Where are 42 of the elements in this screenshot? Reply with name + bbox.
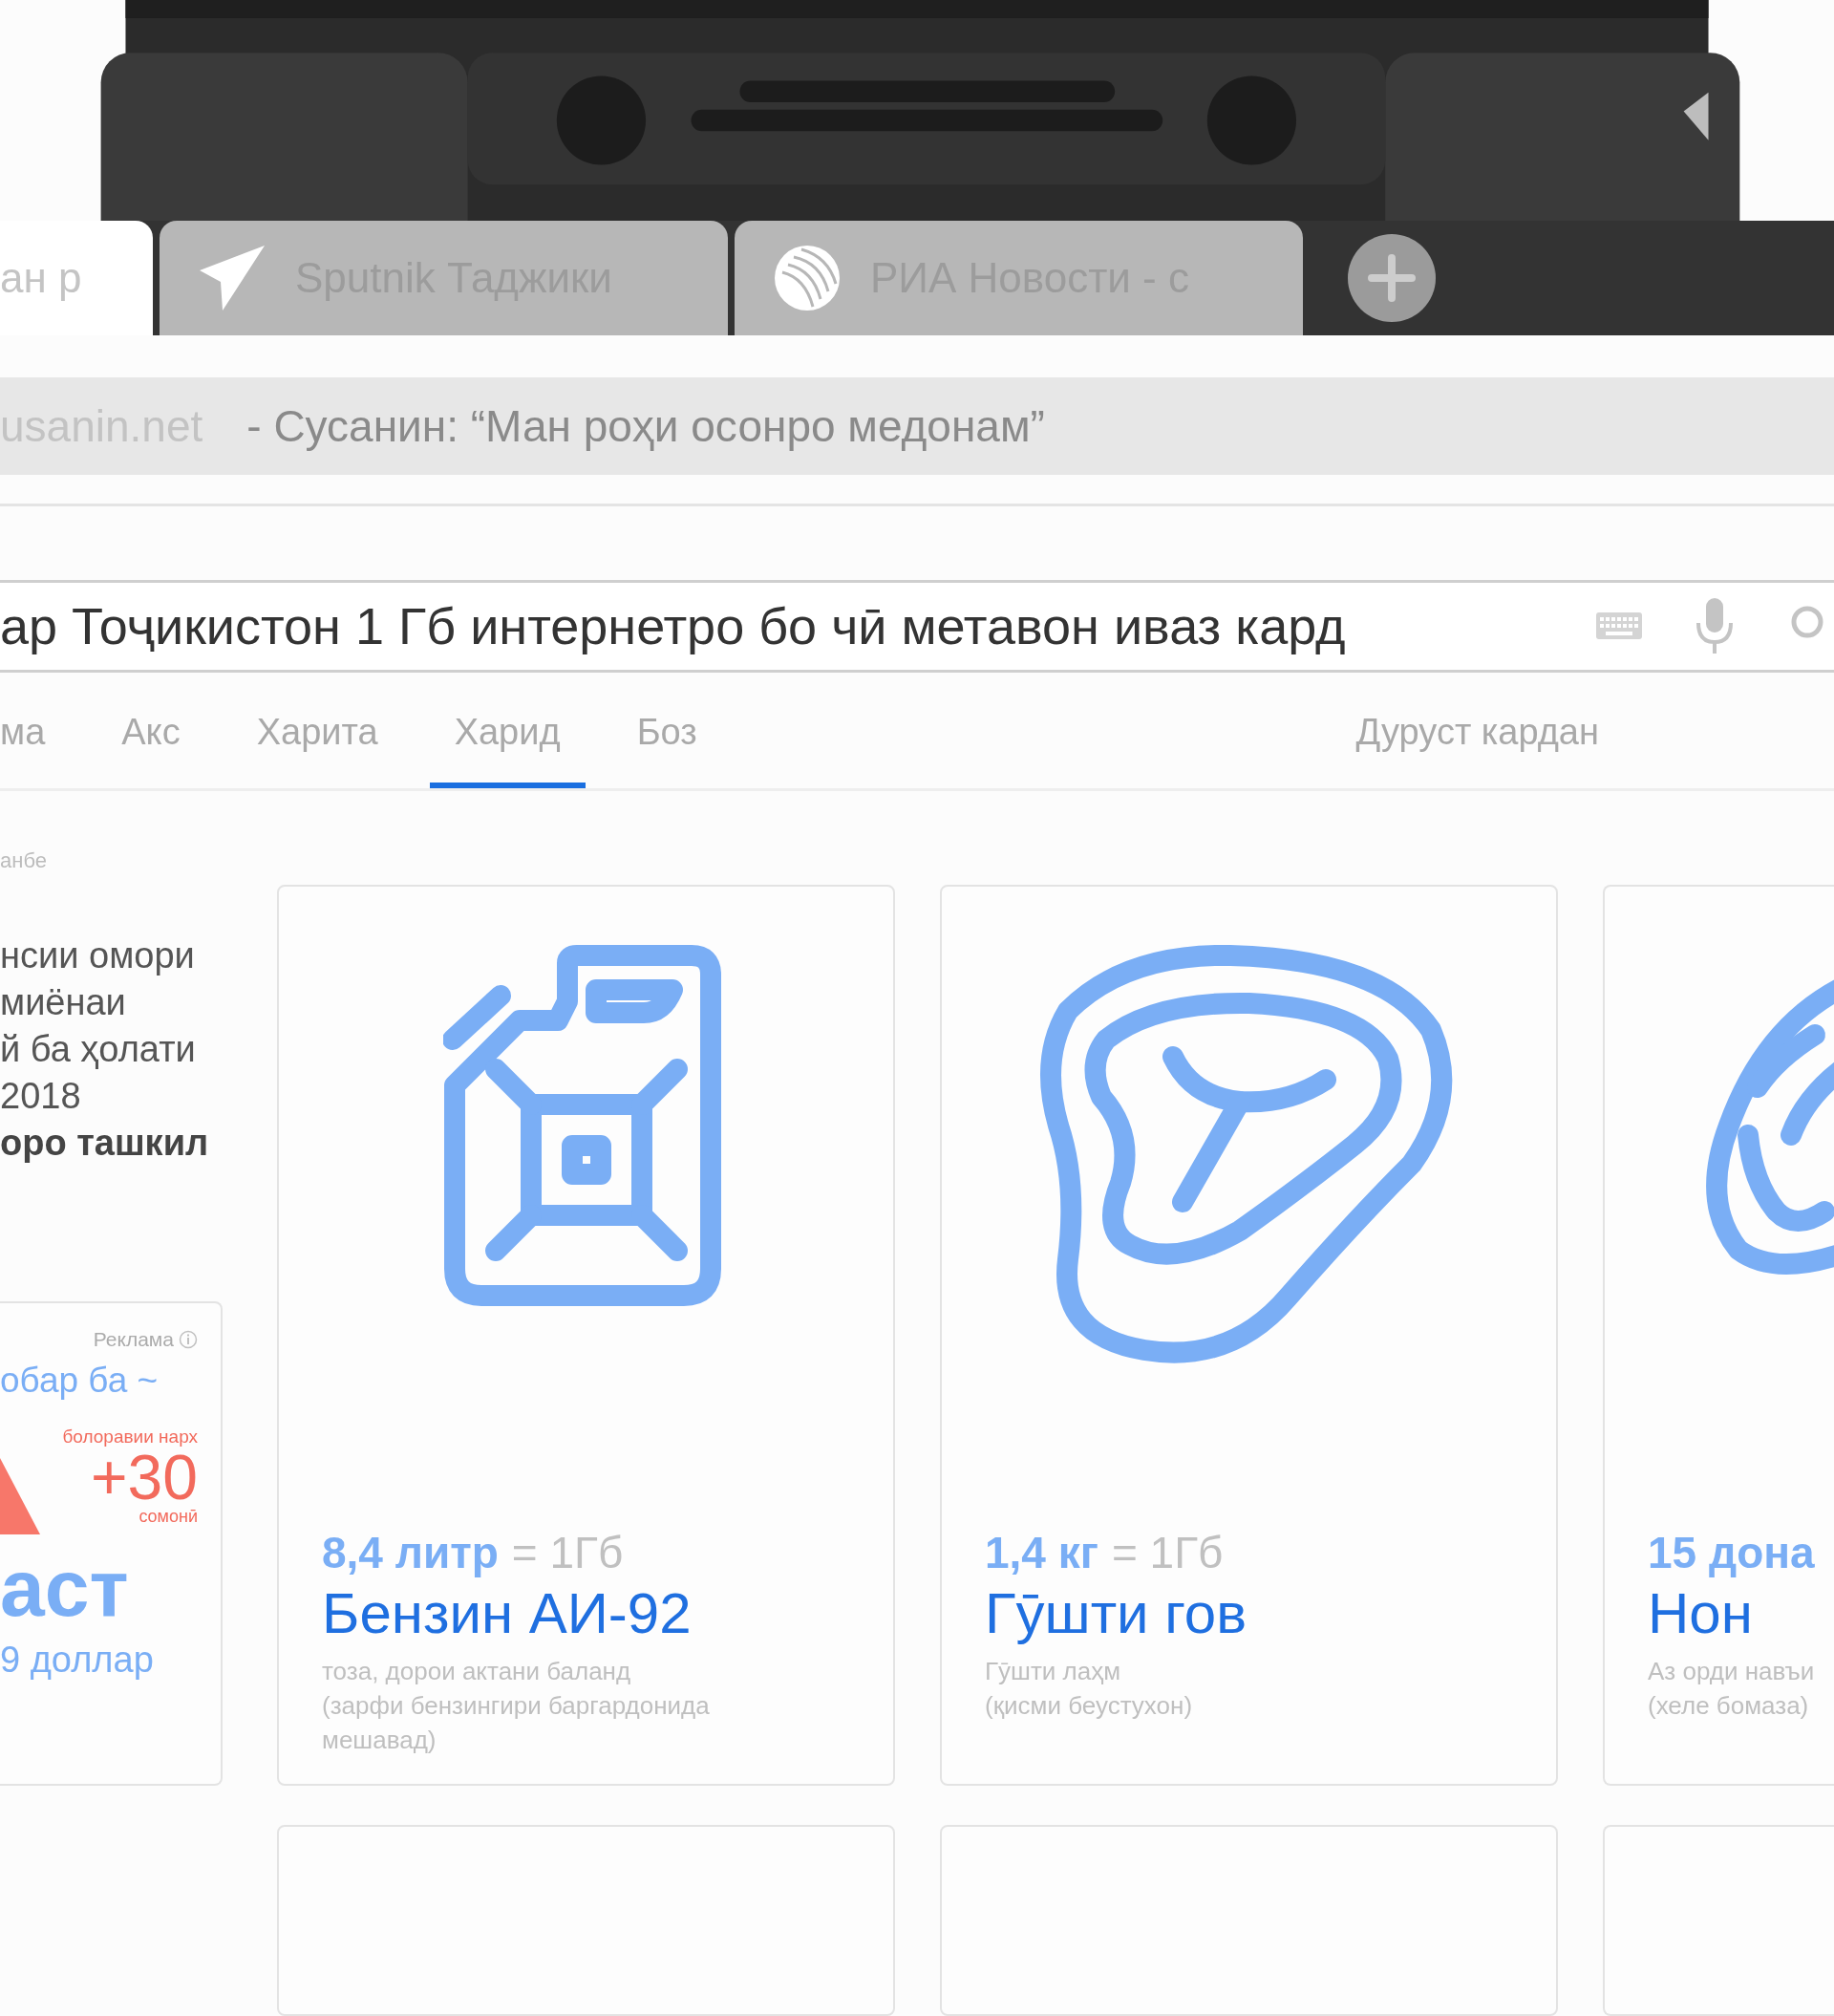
product-card[interactable]: 15 дона Нон Аз орди навъи (хеле бомаза)	[1603, 885, 1834, 1786]
source-note: анбе	[0, 848, 47, 873]
keyboard-icon	[1595, 611, 1643, 641]
search-category-tab[interactable]: Харид	[429, 712, 586, 789]
ad-card[interactable]: Реклама обар ба ~ болоравии нарх +30 сомонӣ аст 9 доллар	[0, 1301, 223, 1786]
info-icon	[179, 1330, 198, 1349]
product-amount: 8,4 литр	[322, 1527, 499, 1578]
microphone-icon[interactable]	[1695, 598, 1734, 654]
product-title: Нон	[1648, 1580, 1754, 1646]
product-equivalent: = 1Гб	[1111, 1527, 1224, 1578]
plus-icon	[1368, 254, 1416, 303]
triangle-icon	[0, 1458, 40, 1534]
ad-big-text: аст	[0, 1542, 129, 1634]
product-description: Гӯшти лаҳм (қисми беустухон)	[985, 1656, 1194, 1722]
striped-globe-icon	[773, 244, 842, 313]
product-title: Гӯшти гов	[985, 1580, 1248, 1646]
product-description: тоза, дорои актани баланд (зарфи бензингири баргардонида мешавад)	[322, 1656, 711, 1756]
search-category-tab[interactable]: ма	[0, 712, 71, 789]
article-text: нсии омори миёнаи й ба ҳолати 2018 оро ташкил	[0, 934, 210, 1165]
product-amount: 1,4 кг	[985, 1527, 1098, 1578]
product-description: Аз орди навъи (хеле бомаза)	[1648, 1656, 1816, 1722]
edit-link[interactable]: Дуруст кардан	[1355, 712, 1599, 789]
badge-caption: болоравии нарх	[62, 1426, 198, 1448]
product-card[interactable]	[277, 1825, 895, 2016]
product-equivalent: = 1Гб	[511, 1527, 624, 1578]
search-category-tab[interactable]: Боз	[611, 712, 722, 789]
badge-value: +30	[91, 1448, 198, 1507]
badge-unit: сомонӣ	[139, 1507, 198, 1527]
ad-label: Реклама	[93, 1328, 198, 1351]
browser-tab[interactable]: ан р	[0, 221, 153, 336]
product-card[interactable]: 1,4 кг = 1Гб Гӯшти гов Гӯшти лаҳм (қисми беустухон)	[940, 885, 1558, 1786]
ad-headline: обар ба ~	[0, 1361, 159, 1401]
search-category-tab[interactable]: Акс	[96, 712, 205, 789]
search-field[interactable]: ар Тоҷикистон 1 Гб интернетро бо чӣ метавон иваз кард	[0, 579, 1834, 674]
ad-price: 9 доллар	[0, 1640, 154, 1681]
product-card[interactable]	[940, 1825, 1558, 2016]
search-category-tab[interactable]: Харита	[231, 712, 403, 789]
product-card[interactable]	[1603, 1825, 1834, 2016]
product-amount: 15 дона	[1648, 1527, 1815, 1578]
product-card[interactable]: 8,4 литр = 1Гб Бензин АИ-92 тоза, дорои актани баланд (зарфи бензингири баргардонида мешавад)	[277, 885, 895, 1786]
product-title: Бензин АИ-92	[322, 1580, 693, 1646]
page-title: - Сусанин: “Ман роҳи осонро медонам”	[246, 400, 1045, 453]
